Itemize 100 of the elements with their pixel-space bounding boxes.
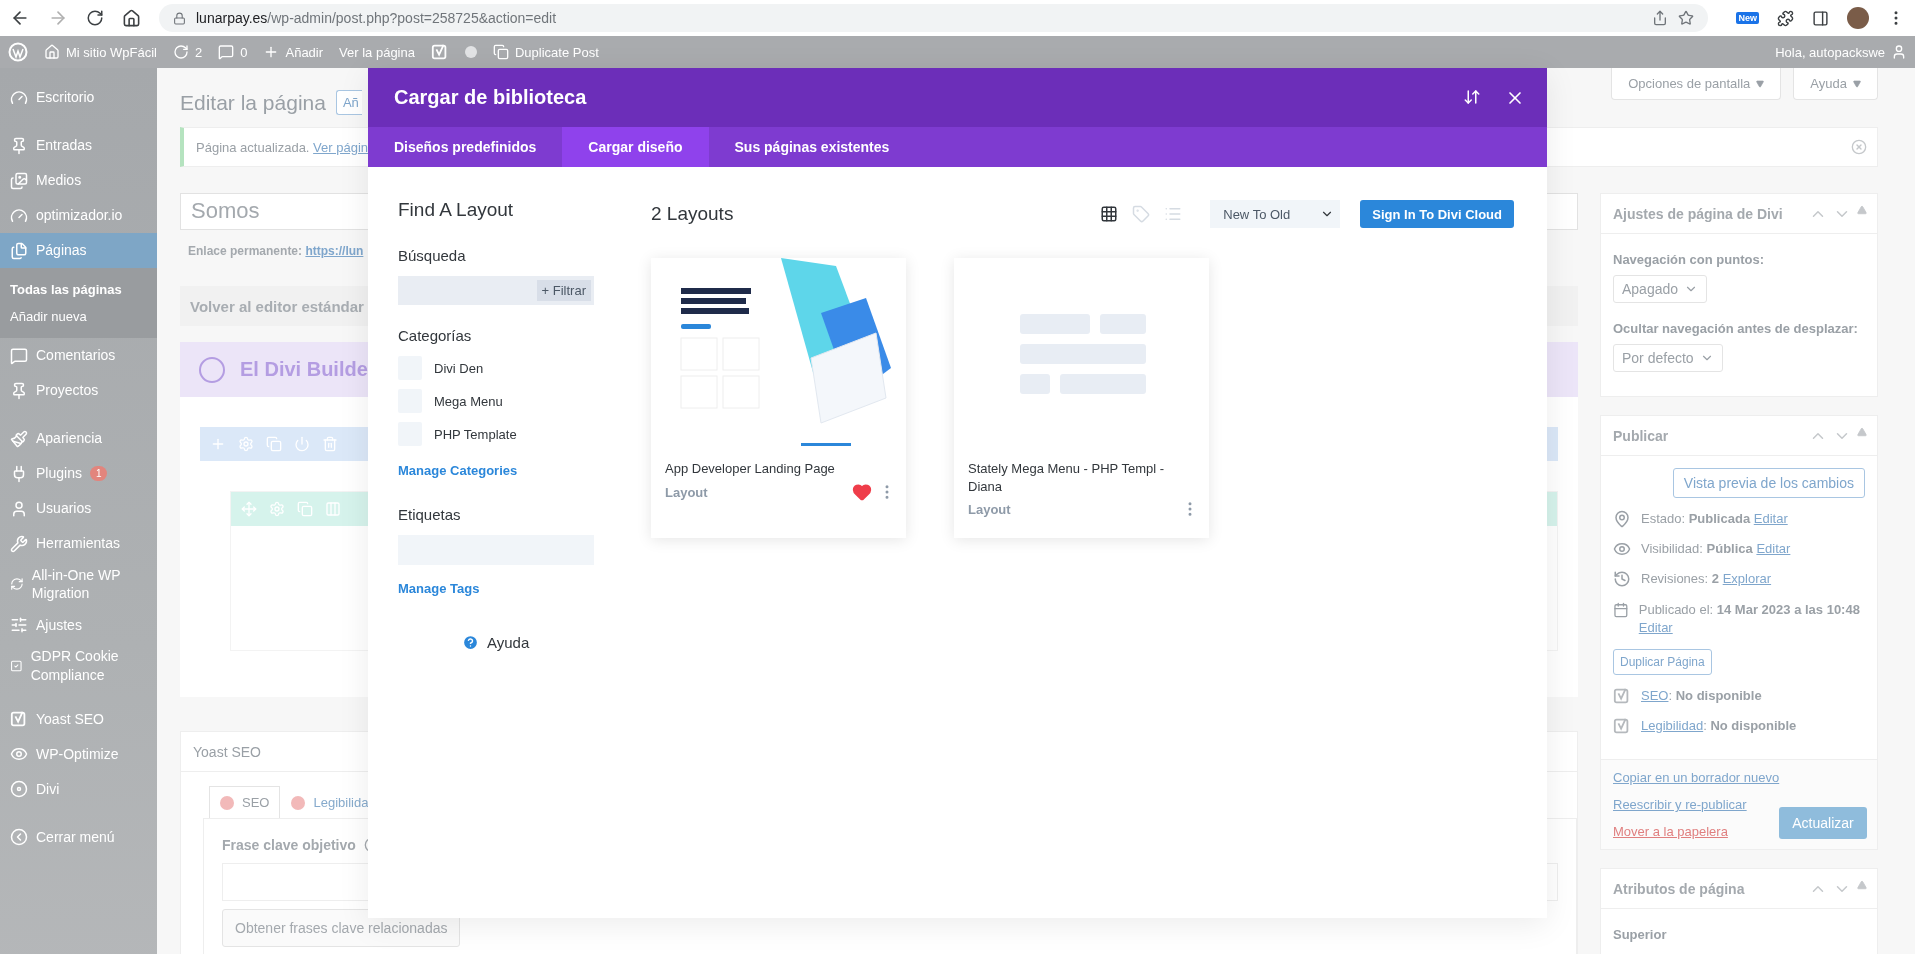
trash-link[interactable]: Mover a la papelera: [1613, 824, 1780, 840]
manage-tags-link[interactable]: Manage Tags: [398, 581, 480, 596]
menu-item[interactable]: Apariencia: [0, 421, 157, 456]
disc-icon: [10, 780, 28, 799]
address-bar[interactable]: lunarpay.es/wp-admin/post.php?post=258725&action=edit: [159, 4, 1709, 32]
screen-option-button[interactable]: Ayuda: [1793, 68, 1878, 100]
list-view-icon[interactable]: [1164, 205, 1183, 223]
collapse-menu[interactable]: Cerrar menú: [0, 819, 157, 855]
columns-icon[interactable]: [325, 501, 341, 517]
help-icon: [462, 634, 479, 651]
menu-item[interactable]: Comentarios: [0, 338, 157, 373]
select-field[interactable]: Por defecto: [1613, 344, 1723, 372]
modal-tab[interactable]: Sus páginas existentes: [708, 127, 916, 167]
menu-item[interactable]: Páginas: [0, 233, 157, 268]
admin-bar-item[interactable]: Mi sitio WpFácil: [44, 44, 157, 60]
menu-item[interactable]: Proyectos: [0, 373, 157, 408]
heart-icon[interactable]: [852, 482, 872, 503]
count-badge: 1: [89, 466, 108, 481]
admin-bar-item[interactable]: Añadir: [263, 44, 324, 60]
divi-builder-title: El Divi Builde: [240, 358, 368, 381]
submenu-item[interactable]: Todas las páginas: [0, 276, 157, 303]
collapse-icon[interactable]: [1857, 426, 1867, 437]
add-button[interactable]: Añ: [335, 90, 362, 115]
categories-label: Categorías: [398, 327, 472, 344]
wordpress-icon[interactable]: [8, 42, 28, 62]
pin-icon: [1613, 510, 1631, 528]
puzzle-icon[interactable]: [1777, 9, 1794, 27]
edit-link[interactable]: Editar: [1753, 511, 1788, 526]
duplicate-button[interactable]: Duplicar Página: [1613, 648, 1712, 675]
update-button[interactable]: Actualizar: [1779, 807, 1867, 840]
category-label: Divi Den: [434, 360, 484, 376]
submenu-item[interactable]: Añadir nueva: [0, 303, 157, 330]
manage-categories-link[interactable]: Manage Categories: [398, 463, 518, 478]
admin-bar-item[interactable]: 0: [218, 44, 248, 60]
select-field[interactable]: Apagado: [1613, 275, 1708, 303]
plus-icon[interactable]: [210, 436, 226, 452]
calendar-icon: [1613, 600, 1629, 619]
edit-link[interactable]: Editar: [1638, 619, 1673, 635]
grid-view-icon[interactable]: [1100, 205, 1119, 223]
home-icon[interactable]: [122, 8, 141, 28]
collapse-icon[interactable]: [1857, 204, 1867, 215]
related-keyphrases-button[interactable]: Obtener frases clave relacionadas: [222, 909, 461, 947]
permalink-link[interactable]: https://lun: [305, 244, 364, 258]
divi-logo-icon: [198, 355, 226, 384]
move-icon[interactable]: [241, 501, 257, 517]
modal-tab[interactable]: Cargar diseño: [562, 127, 709, 167]
settings-icon[interactable]: [269, 501, 285, 517]
edit-link[interactable]: Explorar: [1722, 571, 1772, 587]
extension-badge[interactable]: New: [1736, 12, 1759, 24]
share-icon[interactable]: [1652, 10, 1669, 26]
layout-card[interactable]: Stately Mega Menu - PHP Templ - Diana Layout: [954, 258, 1209, 538]
menu-item[interactable]: WP-Optimize: [0, 736, 157, 772]
cloud-sign-in-button[interactable]: Sign In To Divi Cloud: [1360, 200, 1514, 228]
sort-select[interactable]: New To Old: [1210, 200, 1341, 228]
side-panel-icon[interactable]: [1812, 9, 1829, 27]
admin-bar-item[interactable]: Ver la página: [339, 44, 415, 60]
menu-item[interactable]: Plugins 1: [0, 456, 157, 491]
menu-item[interactable]: optimizador.io: [0, 198, 157, 233]
menu-item[interactable]: Usuarios: [0, 491, 157, 526]
trash-icon[interactable]: [322, 436, 338, 452]
search-field[interactable]: + Filtrar: [398, 276, 594, 305]
menu-item[interactable]: Medios: [0, 163, 157, 198]
menu-item[interactable]: Ajustes: [0, 607, 157, 643]
power-icon[interactable]: [294, 436, 310, 452]
dismiss-icon[interactable]: [1851, 139, 1867, 155]
tag-view-icon[interactable]: [1132, 205, 1151, 223]
action-link[interactable]: Copiar en un borrador nuevo: [1613, 770, 1780, 786]
menu-item[interactable]: Escritorio: [0, 80, 157, 115]
panel-heading: Find A Layout: [398, 199, 514, 221]
avatar[interactable]: [1847, 7, 1869, 29]
menu-item[interactable]: Divi: [0, 771, 157, 807]
menu-item[interactable]: GDPR Cookie Compliance: [0, 642, 157, 689]
field-label: Superior: [1613, 927, 1668, 943]
settings-icon[interactable]: [238, 436, 254, 452]
yoast-tab[interactable]: Legibilida: [280, 786, 380, 818]
caret-icon: [1756, 79, 1765, 88]
menu-item[interactable]: Herramientas: [0, 526, 157, 561]
menu-item[interactable]: Yoast SEO: [0, 701, 157, 737]
modal-tab[interactable]: Diseños predefinidos: [368, 127, 563, 167]
collapse-icon[interactable]: [1857, 879, 1867, 890]
filter-button[interactable]: + Filtrar: [536, 280, 591, 301]
screen-option-button[interactable]: Opciones de pantalla: [1611, 68, 1782, 100]
copy-icon[interactable]: [297, 501, 313, 517]
panel-title: Publicar: [1613, 427, 1669, 444]
menu-item[interactable]: All-in-One WP Migration: [0, 561, 157, 608]
edit-link[interactable]: Editar: [1756, 541, 1791, 557]
admin-bar-item[interactable]: Duplicate Post: [492, 44, 599, 60]
greeting[interactable]: Hola, autopackswe: [1775, 44, 1907, 60]
admin-bar-item[interactable]: 2: [173, 44, 203, 60]
menu-item[interactable]: Entradas: [0, 128, 157, 163]
preview-button[interactable]: Vista previa de los cambios: [1672, 468, 1865, 498]
copy-icon[interactable]: [266, 436, 282, 452]
layout-card[interactable]: App Developer Landing Page Layout: [651, 258, 906, 538]
status-text: Revisiones: 2 Explorar: [1641, 570, 1772, 589]
yoast-tab[interactable]: SEO: [209, 786, 281, 818]
view-link[interactable]: Ver págin: [313, 139, 369, 155]
star-icon[interactable]: [1678, 10, 1695, 26]
action-link[interactable]: Reescribir y re-publicar: [1613, 797, 1780, 813]
help-link[interactable]: Ayuda: [462, 634, 530, 651]
reload-icon[interactable]: [86, 9, 104, 27]
